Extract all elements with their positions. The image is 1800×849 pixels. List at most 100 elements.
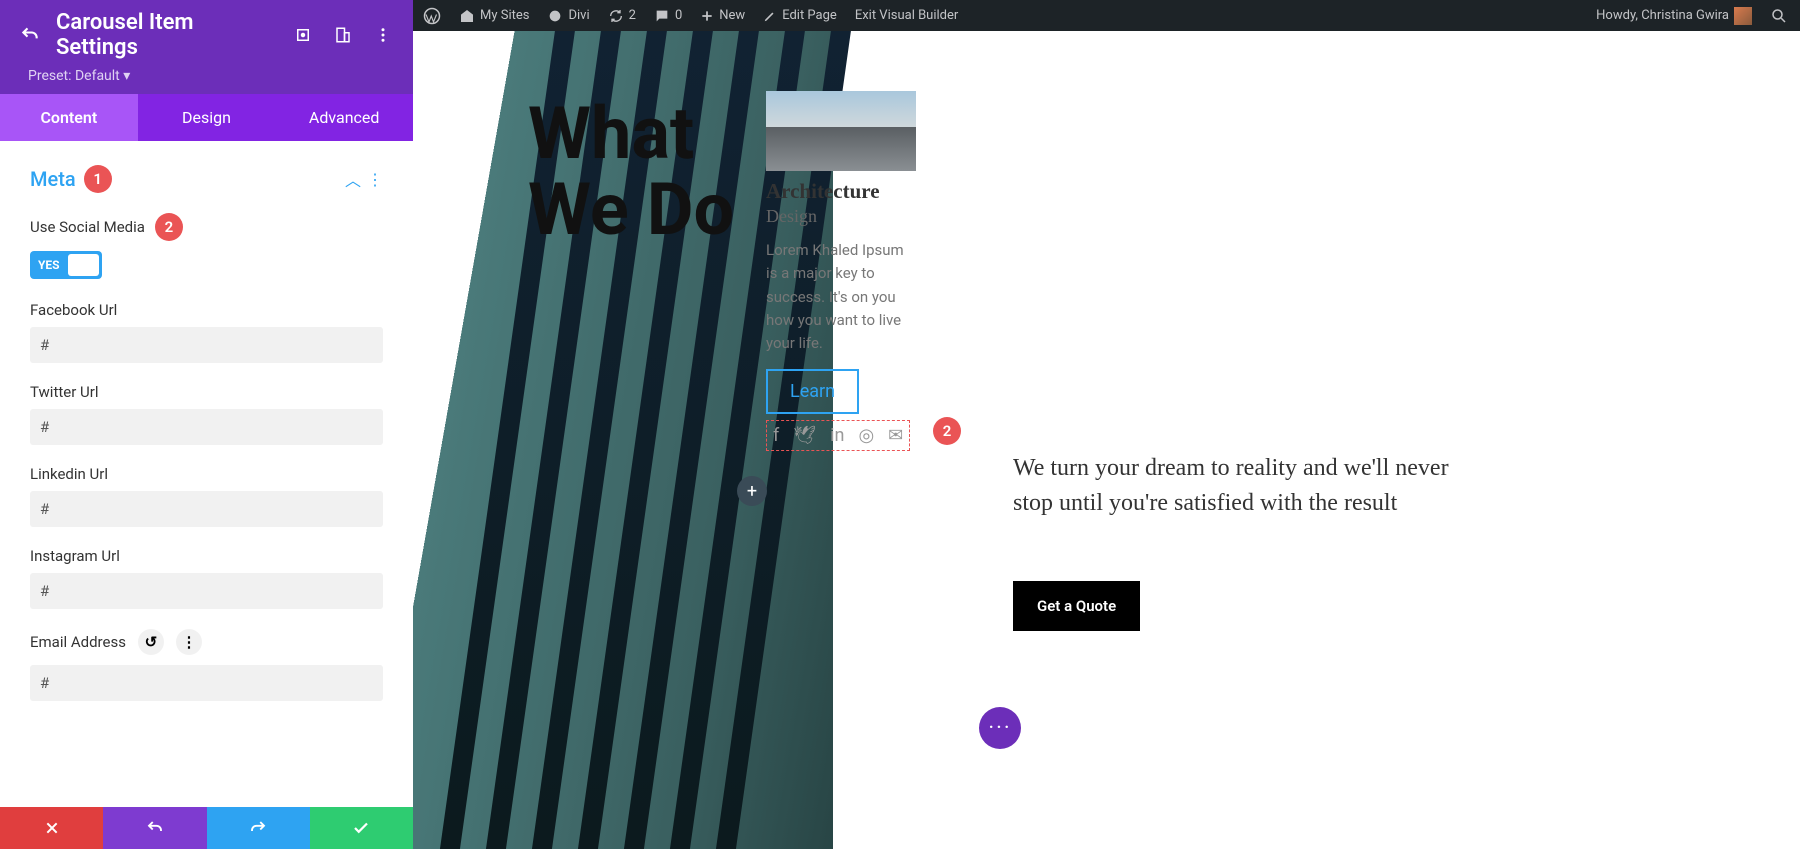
howdy-link[interactable]: Howdy, Christina Gwira (1596, 7, 1752, 25)
save-button[interactable] (310, 807, 413, 849)
comment-icon (654, 8, 670, 24)
facebook-url-field: Facebook Url (30, 301, 383, 363)
tab-design[interactable]: Design (138, 94, 276, 141)
learn-button[interactable]: Learn (766, 369, 859, 414)
twitter-icon[interactable]: 🕊 (793, 425, 816, 446)
expand-button[interactable] (289, 21, 317, 49)
edit-page-label: Edit Page (782, 8, 837, 23)
builder-fab[interactable]: ··· (979, 707, 1021, 749)
email-icon[interactable]: ✉ (888, 425, 903, 446)
panel-tabs: Content Design Advanced (0, 94, 413, 141)
updates-link[interactable]: 2 (608, 8, 636, 24)
panel-body: Meta 1 ︿ ⋮ Use Social Media 2 YES Facebo… (0, 141, 413, 807)
instagram-url-label: Instagram Url (30, 547, 383, 565)
callout-badge-2b: 2 (933, 417, 961, 445)
linkedin-url-input[interactable] (30, 491, 383, 527)
kebab-icon (374, 26, 392, 44)
page-preview: What We Do Architecture Design Lorem Kha… (413, 31, 1800, 849)
panel-menu-button[interactable] (369, 21, 397, 49)
toggle-knob (68, 254, 99, 276)
callout-badge-1: 1 (84, 165, 112, 193)
tab-content[interactable]: Content (0, 94, 138, 141)
twitter-url-input[interactable] (30, 409, 383, 445)
caret-down-icon: ▾ (123, 68, 130, 84)
use-social-media-toggle[interactable]: YES (30, 251, 102, 279)
cancel-button[interactable] (0, 807, 103, 849)
card-title: Architecture (766, 179, 916, 204)
undo-icon (146, 819, 164, 837)
email-address-label: Email Address (30, 633, 126, 651)
tab-advanced[interactable]: Advanced (275, 94, 413, 141)
instagram-url-input[interactable] (30, 573, 383, 609)
sites-icon (459, 8, 475, 24)
edit-page-link[interactable]: Edit Page (763, 8, 837, 23)
settings-panel: Carousel Item Settings Preset: Default ▾… (0, 0, 413, 849)
chevron-up-icon[interactable]: ︿ (345, 167, 361, 191)
linkedin-url-field: Linkedin Url (30, 465, 383, 527)
facebook-url-label: Facebook Url (30, 301, 383, 319)
instagram-url-field: Instagram Url (30, 547, 383, 609)
undo-button[interactable] (103, 807, 206, 849)
section-menu-button[interactable]: ⋮ (367, 170, 383, 189)
my-sites-label: My Sites (480, 8, 529, 23)
toggle-yes-text: YES (30, 258, 68, 272)
redo-button[interactable] (207, 807, 310, 849)
check-icon (352, 819, 370, 837)
redo-icon (249, 819, 267, 837)
responsive-icon (334, 26, 352, 44)
social-icons-row: f 🕊 in ◎ ✉ (766, 420, 910, 451)
wp-admin-bar: My Sites Divi 2 0 New Edit Page Exit Vis… (413, 0, 1800, 31)
dashboard-icon (547, 8, 563, 24)
comments-link[interactable]: 0 (654, 8, 682, 24)
new-link[interactable]: New (700, 8, 745, 23)
twitter-url-label: Twitter Url (30, 383, 383, 401)
avatar (1734, 7, 1752, 25)
back-button[interactable] (16, 21, 44, 49)
preset-selector[interactable]: Preset: Default ▾ (0, 68, 413, 94)
linkedin-icon[interactable]: in (830, 425, 844, 446)
carousel-card: Architecture Design Lorem Khaled Ipsum i… (766, 91, 916, 451)
plus-icon (700, 9, 714, 23)
search-icon (1770, 7, 1788, 25)
site-link[interactable]: Divi (547, 8, 589, 24)
exit-vb-label: Exit Visual Builder (855, 8, 958, 23)
card-subtitle: Design (766, 206, 916, 227)
facebook-url-input[interactable] (30, 327, 383, 363)
close-icon (44, 820, 60, 836)
undo-icon (20, 25, 40, 45)
field-menu-button[interactable]: ⋮ (176, 629, 202, 655)
callout-badge-2a: 2 (155, 213, 183, 241)
comments-count: 0 (675, 8, 682, 23)
updates-icon (608, 8, 624, 24)
card-body: Lorem Khaled Ipsum is a major key to suc… (766, 239, 916, 355)
responsive-button[interactable] (329, 21, 357, 49)
hero-line2: We Do (528, 172, 734, 248)
tagline-text: We turn your dream to reality and we'll … (1013, 451, 1453, 521)
admin-search-button[interactable] (1768, 5, 1790, 27)
hero-line1: What (528, 96, 734, 172)
twitter-url-field: Twitter Url (30, 383, 383, 445)
linkedin-url-label: Linkedin Url (30, 465, 383, 483)
email-address-input[interactable] (30, 665, 383, 701)
panel-footer (0, 807, 413, 849)
panel-header: Carousel Item Settings Preset: Default ▾… (0, 0, 413, 141)
my-sites-link[interactable]: My Sites (459, 8, 529, 24)
reset-field-button[interactable]: ↺ (138, 629, 164, 655)
hero-heading: What We Do (528, 96, 734, 247)
get-a-quote-button[interactable]: Get a Quote (1013, 581, 1140, 631)
add-module-button[interactable]: + (737, 476, 767, 506)
preset-label: Preset: Default (28, 68, 120, 84)
facebook-icon[interactable]: f (773, 425, 779, 446)
panel-title: Carousel Item Settings (56, 10, 277, 60)
expand-icon (294, 26, 312, 44)
pencil-icon (763, 9, 777, 23)
email-address-field: Email Address ↺ ⋮ (30, 629, 383, 701)
updates-count: 2 (629, 8, 636, 23)
site-label: Divi (568, 8, 589, 23)
exit-visual-builder-link[interactable]: Exit Visual Builder (855, 8, 958, 23)
meta-section-title: Meta (30, 167, 76, 191)
wp-logo-button[interactable] (423, 7, 441, 25)
meta-section-header[interactable]: Meta 1 ︿ ⋮ (30, 165, 383, 193)
instagram-icon[interactable]: ◎ (858, 425, 874, 446)
use-social-media-label: Use Social Media (30, 218, 145, 236)
